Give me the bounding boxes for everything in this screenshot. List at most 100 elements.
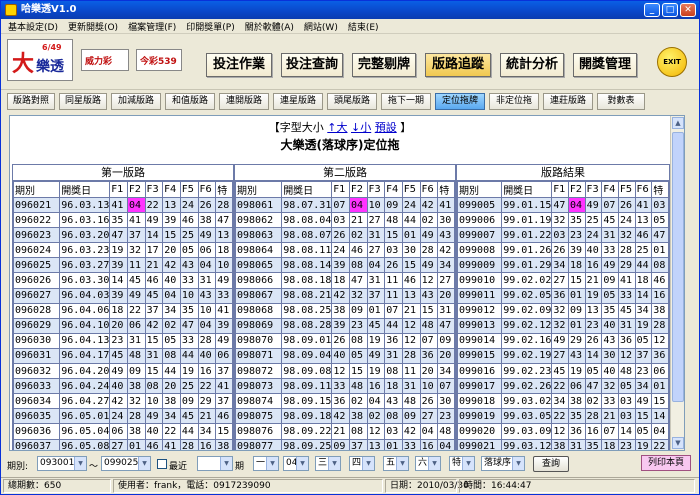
table-row[interactable]: 098076 98.09.22 21 08 12 03 42 04 48	[234, 423, 455, 440]
table-row[interactable]: 096034 96.04.27 42 32 10 38 09 29 37	[12, 393, 233, 410]
order-select[interactable]: 落球序 ▼	[481, 456, 525, 471]
sub-non-position-drag[interactable]: 非定位拖	[489, 93, 539, 110]
table-row[interactable]: 096027 96.04.03 39 49 45 04 10 43 33	[12, 287, 233, 304]
table-row[interactable]: 098077 98.09.25 09 37 13 01 33 16 04	[234, 438, 455, 450]
print-page-button[interactable]: 列印本頁	[641, 455, 691, 471]
table-row[interactable]: 098072 98.09.08 12 15 19 08 11 20 34	[234, 363, 455, 380]
table-row[interactable]: 099013 99.02.12 32 01 23 40 31 19 28	[456, 317, 669, 334]
table-row[interactable]: 096029 96.04.10 20 06 42 02 47 04 39	[12, 317, 233, 334]
position-select-5[interactable]: 五 ▼	[383, 456, 409, 471]
table-row[interactable]: 098061 98.07.31 07 04 10 09 24 42 41	[234, 196, 455, 214]
position-select-6[interactable]: 六 ▼	[415, 456, 441, 471]
table-row[interactable]: 096033 96.04.24 40 38 08 20 25 22 41	[12, 378, 233, 395]
nav-statistics-button[interactable]: 統計分析	[500, 53, 564, 77]
menu-basic-settings[interactable]: 基本設定(D)	[3, 20, 63, 33]
recent-checkbox[interactable]	[157, 459, 167, 469]
menu-exit[interactable]: 結束(E)	[343, 20, 384, 33]
table-row[interactable]: 099005 99.01.15 47 04 49 07 26 41 03	[456, 196, 669, 214]
sub-head-tail[interactable]: 頭尾版路	[327, 93, 377, 110]
position-select-2[interactable]: 04 ▼	[283, 456, 309, 471]
scroll-down-icon[interactable]: ▼	[672, 437, 684, 449]
vertical-scrollbar[interactable]: ▲ ▼	[670, 116, 684, 450]
table-row[interactable]: 099008 99.01.26 26 39 40 33 28 25 01	[456, 242, 669, 259]
menu-website[interactable]: 網站(W)	[299, 20, 343, 33]
table-row[interactable]: 099009 99.01.29 34 18 16 49 29 44 08	[456, 257, 669, 274]
position-select-1[interactable]: 一 ▼	[253, 456, 279, 471]
table-row[interactable]: 099020 99.03.09 12 36 16 07 14 05 04	[456, 423, 669, 440]
table-row[interactable]: 099015 99.02.19 27 43 14 30 12 37 36	[456, 347, 669, 365]
period-from-select[interactable]: 093001 ▼	[37, 456, 87, 471]
table-row[interactable]: 098064 98.08.11 24 46 27 03 30 28 42	[234, 242, 455, 259]
table-row[interactable]: 099014 99.02.16 49 29 26 43 36 05 12	[456, 332, 669, 349]
nav-draw-manage-button[interactable]: 開獎管理	[573, 53, 637, 77]
recent-count-select[interactable]: ▼	[197, 456, 233, 471]
special-select[interactable]: 特 ▼	[449, 456, 475, 471]
table-row[interactable]: 096031 96.04.17 45 48 31 08 44 40 06	[12, 347, 233, 365]
table-row[interactable]: 099019 99.03.05 22 35 28 21 03 15 14	[456, 408, 669, 425]
table-row[interactable]: 099012 99.02.09 32 09 13 35 45 34 38	[456, 302, 669, 319]
table-row[interactable]: 099017 99.02.26 22 06 47 32 05 34 01	[456, 378, 669, 395]
sub-pattern-compare[interactable]: 版路對照	[7, 93, 55, 110]
exit-button[interactable]: EXIT	[657, 47, 687, 77]
sub-consecutive-banker[interactable]: 連莊版路	[543, 93, 593, 110]
table-row[interactable]: 098067 98.08.21 42 32 37 11 13 43 20	[234, 287, 455, 304]
table-row[interactable]: 098074 98.09.15 36 02 04 43 48 26 30	[234, 393, 455, 410]
sub-add-subtract[interactable]: 加減版路	[111, 93, 161, 110]
table-row[interactable]: 098063 98.08.07 26 02 31 15 01 49 43	[234, 227, 455, 244]
daily539-logo[interactable]: 今彩539	[136, 49, 182, 71]
menu-print-draw[interactable]: 印開獎單(P)	[181, 20, 239, 33]
table-row[interactable]: 096021 96.03.13 41 04 22 13 24 26 28	[12, 196, 233, 214]
position-select-4[interactable]: 四 ▼	[349, 456, 375, 471]
close-button[interactable]: ✕	[680, 3, 696, 17]
table-row[interactable]: 099016 99.02.23 45 19 05 40 48 23 06	[456, 363, 669, 380]
scroll-thumb[interactable]	[672, 132, 684, 402]
sub-sum-value[interactable]: 和值版路	[165, 93, 215, 110]
table-row[interactable]: 096037 96.05.08 27 01 46 41 28 16 38	[12, 438, 233, 450]
maximize-button[interactable]: □	[662, 3, 678, 17]
nav-bet-query-button[interactable]: 投注查詢	[281, 53, 343, 77]
table-row[interactable]: 099021 99.03.12 38 31 35 18 23 19 22	[456, 438, 669, 450]
sub-position-drag[interactable]: 定位拖牌	[435, 93, 485, 110]
table-row[interactable]: 099018 99.03.02 34 38 02 33 03 49 15	[456, 393, 669, 410]
table-row[interactable]: 098062 98.08.04 03 21 27 48 44 02 30	[234, 212, 455, 229]
table-row[interactable]: 098069 98.08.28 39 23 45 44 12 48 47	[234, 317, 455, 334]
font-smaller-link[interactable]: ↓小	[351, 121, 371, 134]
nav-pattern-track-button[interactable]: 版路追蹤	[425, 53, 491, 77]
font-bigger-link[interactable]: ↑大	[327, 121, 347, 134]
menu-update-draw[interactable]: 更新開獎(O)	[63, 20, 123, 33]
table-row[interactable]: 099011 99.02.05 36 01 19 05 33 14 16	[456, 287, 669, 304]
sub-consecutive-star[interactable]: 連星版路	[273, 93, 323, 110]
table-row[interactable]: 099007 99.01.22 03 23 24 31 32 46 47	[456, 227, 669, 244]
scroll-up-icon[interactable]: ▲	[672, 117, 684, 129]
table-row[interactable]: 096024 96.03.23 19 32 17 20 05 06 18	[12, 242, 233, 259]
table-row[interactable]: 096032 96.04.20 49 09 15 44 19 16 37	[12, 363, 233, 380]
table-row[interactable]: 098071 98.09.04 40 05 49 31 28 36 20	[234, 347, 455, 365]
position-select-3[interactable]: 三 ▼	[315, 456, 341, 471]
sub-drag-next[interactable]: 拖下一期	[381, 93, 431, 110]
table-row[interactable]: 099010 99.02.02 27 15 21 09 41 18 46	[456, 272, 669, 289]
period-to-select[interactable]: 099025 ▼	[101, 456, 151, 471]
table-row[interactable]: 096028 96.04.06 18 22 37 34 35 10 41	[12, 302, 233, 319]
table-row[interactable]: 096035 96.05.01 24 28 49 34 45 21 46	[12, 408, 233, 425]
table-row[interactable]: 096036 96.05.04 06 38 40 22 44 34 15	[12, 423, 233, 440]
lotto649-logo[interactable]: 大 6/49 樂透	[7, 39, 73, 81]
sub-same-star[interactable]: 同星版路	[59, 93, 107, 110]
table-row[interactable]: 098070 98.09.01 26 08 19 36 12 07 09	[234, 332, 455, 349]
table-row[interactable]: 098066 98.08.18 18 47 31 11 46 12 27	[234, 272, 455, 289]
table-row[interactable]: 096030 96.04.13 23 31 15 05 33 28 49	[12, 332, 233, 349]
table-row[interactable]: 096023 96.03.20 47 37 14 15 25 49 13	[12, 227, 233, 244]
table-row[interactable]: 098065 98.08.14 39 08 04 26 15 49 34	[234, 257, 455, 274]
table-row[interactable]: 096026 96.03.30 14 45 46 40 33 31 49	[12, 272, 233, 289]
font-preset-link[interactable]: 預設	[375, 121, 397, 134]
sub-consecutive-draw[interactable]: 連開版路	[219, 93, 269, 110]
minimize-button[interactable]: _	[644, 3, 660, 17]
table-row[interactable]: 098068 98.08.25 38 09 01 07 21 15 31	[234, 302, 455, 319]
query-button[interactable]: 查詢	[533, 456, 569, 472]
table-row[interactable]: 099006 99.01.19 32 35 25 45 24 13 05	[456, 212, 669, 229]
menu-about[interactable]: 關於軟體(A)	[240, 20, 299, 33]
table-row[interactable]: 096025 96.03.27 39 11 21 42 43 04 10	[12, 257, 233, 274]
menu-file-manage[interactable]: 檔案管理(F)	[123, 20, 181, 33]
table-row[interactable]: 098073 98.09.11 33 48 16 18 31 10 07	[234, 378, 455, 395]
nav-full-filter-button[interactable]: 完整剔牌	[352, 53, 416, 77]
table-row[interactable]: 098075 98.09.18 42 38 02 08 09 27 23	[234, 408, 455, 425]
